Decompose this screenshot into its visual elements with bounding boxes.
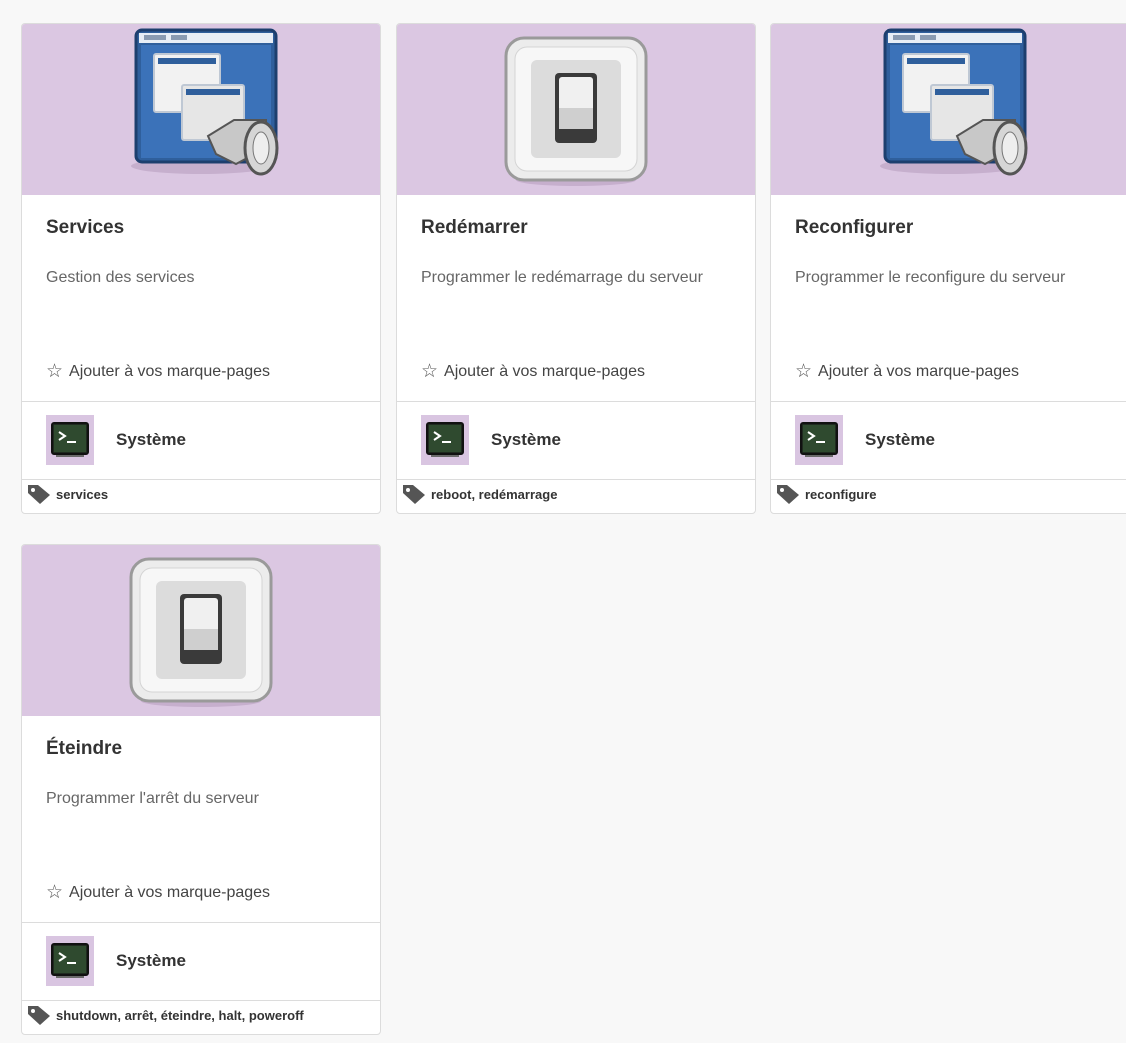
module-card-services[interactable]: Services Gestion des services ☆ Ajouter … — [21, 23, 381, 514]
bookmark-label: Ajouter à vos marque-pages — [69, 883, 271, 901]
terminal-icon — [46, 936, 94, 986]
bookmark-label: Ajouter à vos marque-pages — [818, 362, 1020, 380]
card-description: Programmer le redémarrage du serveur — [421, 269, 703, 286]
module-card-restart[interactable]: Redémarrer Programmer le redémarrage du … — [396, 23, 756, 514]
card-description: Programmer l'arrêt du serveur — [46, 790, 259, 807]
card-description: Programmer le reconfigure du serveur — [795, 269, 1066, 286]
star-icon: ☆ — [421, 361, 439, 382]
tag-icon — [777, 485, 799, 504]
card-banner[interactable] — [771, 24, 1126, 195]
card-banner[interactable] — [22, 545, 380, 716]
card-description: Gestion des services — [46, 269, 195, 286]
category-link[interactable]: Système — [421, 415, 561, 465]
tag-list: reboot, redémarrage — [401, 483, 557, 505]
tag-icon — [28, 485, 50, 504]
card-title: Éteindre — [46, 738, 123, 759]
divider — [397, 479, 755, 480]
tag-list: shutdown, arrêt, éteindre, halt, powerof… — [26, 1004, 304, 1026]
tag-text: shutdown, arrêt, éteindre, halt, powerof… — [56, 1007, 304, 1023]
add-bookmark-button[interactable]: ☆ Ajouter à vos marque-pages — [46, 883, 270, 902]
card-banner[interactable] — [22, 24, 380, 195]
bookmark-label: Ajouter à vos marque-pages — [444, 362, 646, 380]
tag-text: reboot, redémarrage — [431, 486, 558, 502]
module-card-reconfigure[interactable]: Reconfigurer Programmer le reconfigure d… — [770, 23, 1126, 514]
terminal-icon — [46, 415, 94, 465]
tag-icon — [28, 1006, 50, 1025]
terminal-icon — [795, 415, 843, 465]
card-banner[interactable] — [397, 24, 755, 195]
tag-icon — [403, 485, 425, 504]
bookmark-label: Ajouter à vos marque-pages — [69, 362, 271, 380]
add-bookmark-button[interactable]: ☆ Ajouter à vos marque-pages — [421, 362, 645, 381]
module-card-shutdown[interactable]: Éteindre Programmer l'arrêt du serveur ☆… — [21, 544, 381, 1035]
divider — [771, 401, 1126, 402]
switch-icon — [504, 36, 648, 186]
category-label: Système — [865, 430, 935, 449]
divider — [771, 479, 1126, 480]
divider — [397, 401, 755, 402]
card-title: Services — [46, 217, 125, 238]
switch-icon — [129, 557, 273, 707]
module-grid: Services Gestion des services ☆ Ajouter … — [21, 23, 1126, 1043]
tag-text: reconfigure — [805, 486, 877, 502]
terminal-icon — [421, 415, 469, 465]
divider — [22, 401, 380, 402]
category-link[interactable]: Système — [46, 936, 186, 986]
window-services-icon — [131, 28, 279, 176]
window-services-icon — [880, 28, 1028, 176]
card-title: Reconfigurer — [795, 217, 914, 238]
star-icon: ☆ — [46, 361, 64, 382]
star-icon: ☆ — [46, 882, 64, 903]
category-label: Système — [116, 430, 186, 449]
category-link[interactable]: Système — [46, 415, 186, 465]
category-link[interactable]: Système — [795, 415, 935, 465]
card-title: Redémarrer — [421, 217, 528, 238]
star-icon: ☆ — [795, 361, 813, 382]
category-label: Système — [491, 430, 561, 449]
tag-list: services — [26, 483, 108, 505]
add-bookmark-button[interactable]: ☆ Ajouter à vos marque-pages — [795, 362, 1019, 381]
divider — [22, 922, 380, 923]
tag-list: reconfigure — [775, 483, 877, 505]
tag-text: services — [56, 486, 109, 502]
divider — [22, 1000, 380, 1001]
add-bookmark-button[interactable]: ☆ Ajouter à vos marque-pages — [46, 362, 270, 381]
divider — [22, 479, 380, 480]
category-label: Système — [116, 951, 186, 970]
